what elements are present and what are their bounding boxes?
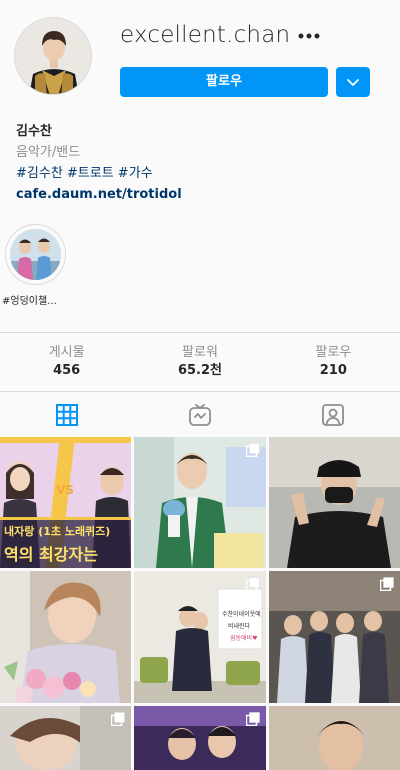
profile-bio: 김수찬 음악가/밴드 #김수찬 #트로트 #가수 cafe.daum.net/t… [16, 121, 386, 205]
igtv-icon [189, 403, 211, 426]
post-tile[interactable]: VS 내자랑 (1초 노래퀴즈) 역의 최강자는 [0, 437, 131, 568]
post-tile[interactable]: 수찬이네이웃에 비내린다 쉼동애비♥ [134, 571, 266, 703]
post-tile[interactable] [134, 437, 266, 568]
sign-text-3: 쉼동애비♥ [230, 635, 258, 642]
multiple-photos-icon [111, 712, 125, 726]
post-tile[interactable] [269, 571, 400, 703]
sign-text-2: 비내린다 [228, 623, 251, 630]
multiple-photos-icon [246, 712, 260, 726]
stat-value: 65.2천 [177, 363, 223, 378]
tagged-icon [322, 403, 345, 426]
stat-label: 팔로우 [315, 345, 352, 360]
profile-full-name: 김수찬 [16, 124, 52, 139]
avatar-photo [15, 18, 91, 94]
post-thumbnail [269, 437, 400, 568]
stat-label: 게시물 [48, 345, 85, 360]
stat-followers[interactable]: 팔로워 65.2천 [133, 333, 266, 391]
stat-value: 210 [319, 363, 347, 378]
post-tile[interactable] [134, 706, 266, 770]
highlight-cover [10, 229, 61, 280]
post-tile[interactable] [269, 437, 400, 568]
tab-tagged[interactable] [267, 392, 400, 437]
stat-following[interactable]: 팔로우 210 [267, 333, 400, 391]
stat-label: 팔로워 [182, 345, 218, 360]
highlight-label: #엉덩이챌... [2, 296, 57, 307]
profile-header: excellent.chan 팔로우 [0, 0, 400, 110]
profile-website-link[interactable]: cafe.daum.net/trotidol [16, 184, 386, 205]
multiple-photos-icon [246, 443, 260, 457]
post-thumbnail [0, 571, 131, 703]
profile-avatar[interactable] [14, 17, 92, 95]
vs-label: VS [56, 483, 74, 497]
post-tile[interactable] [0, 706, 131, 770]
stat-posts: 게시물 456 [0, 333, 133, 391]
highlight-ring [5, 224, 66, 285]
profile-username: excellent.chan [120, 22, 291, 48]
suggested-accounts-button[interactable] [336, 67, 370, 97]
grid-icon [55, 403, 78, 426]
thumbnail-caption-1: 내자랑 (1초 노래퀴즈) [4, 525, 111, 538]
profile-category: 음악가/밴드 [16, 145, 81, 160]
post-thumbnail [269, 706, 400, 770]
profile-tabs [0, 392, 400, 437]
thumbnail-caption-2: 역의 최강자는 [4, 545, 98, 564]
multiple-photos-icon [380, 577, 394, 591]
post-tile[interactable] [0, 571, 131, 703]
multiple-photos-icon [246, 577, 260, 591]
sign-text-1: 수찬이네이웃에 [222, 611, 261, 618]
profile-hashtags[interactable]: #김수찬 #트로트 #가수 [16, 163, 386, 184]
tab-igtv[interactable] [133, 392, 266, 437]
follow-button[interactable]: 팔로우 [120, 67, 328, 97]
post-tile[interactable] [269, 706, 400, 770]
stat-value: 456 [53, 363, 81, 378]
chevron-down-icon [347, 79, 359, 86]
profile-stats: 게시물 456 팔로워 65.2천 팔로우 210 [0, 332, 400, 392]
tab-posts[interactable] [0, 392, 133, 437]
story-highlight[interactable]: #엉덩이챌... [0, 222, 74, 310]
more-options-icon[interactable] [297, 26, 323, 46]
